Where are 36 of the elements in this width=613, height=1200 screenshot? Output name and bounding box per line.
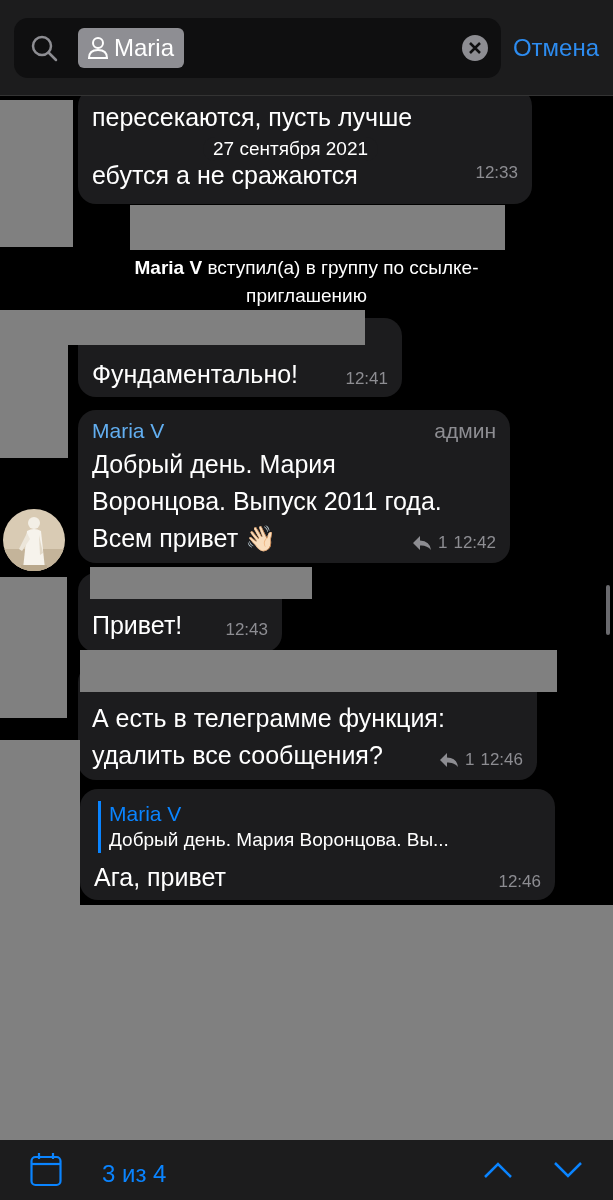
message-text: Фундаментально! bbox=[92, 359, 299, 390]
filter-chip[interactable]: Maria bbox=[78, 27, 184, 68]
calendar-icon[interactable] bbox=[30, 1153, 62, 1187]
message-text: ебутся а не сражаются bbox=[92, 160, 358, 190]
message-text: Воронцова. Выпуск 2011 года. bbox=[92, 486, 442, 517]
message-time: 12:42 bbox=[453, 533, 496, 553]
message-text: Привет! bbox=[92, 610, 183, 641]
search-icon bbox=[30, 33, 58, 62]
message-text: удалить все сообщения? bbox=[92, 740, 383, 771]
message-time: 12:33 bbox=[475, 163, 518, 183]
service-message: Maria V вступил(а) в группу по ссылке-приглашению bbox=[133, 256, 480, 308]
cancel-button[interactable]: Отмена bbox=[512, 33, 599, 62]
message-time: 12:46 bbox=[498, 872, 541, 892]
message-text: Ага, привет bbox=[94, 862, 226, 893]
clear-icon[interactable] bbox=[460, 33, 489, 62]
admin-label: админ bbox=[434, 418, 496, 444]
message-text: Всем привет 👋🏻 bbox=[92, 523, 277, 554]
reply-icon bbox=[439, 752, 459, 768]
quote-sender: Maria V bbox=[109, 801, 183, 827]
result-counter: 3 из 4 bbox=[102, 1160, 167, 1188]
search-field[interactable]: Maria bbox=[14, 17, 501, 78]
sender-name[interactable]: Maria V bbox=[92, 416, 165, 446]
chevron-down-icon[interactable] bbox=[553, 1161, 583, 1179]
reply-count[interactable]: 1 bbox=[438, 533, 448, 553]
quote-text: Добрый день. Мария Воронцова. Вы... bbox=[109, 828, 450, 852]
message-text: пересекаются, пусть лучше bbox=[92, 102, 413, 132]
person-icon bbox=[88, 36, 108, 59]
reply-quote[interactable]: Maria V Добрый день. Мария Воронцова. Вы... bbox=[98, 801, 541, 853]
message-text: А есть в телеграмме функция: bbox=[92, 703, 445, 734]
message-time: 12:46 bbox=[480, 750, 523, 770]
reply-count[interactable]: 1 bbox=[465, 750, 475, 770]
message-text: Добрый день. Мария bbox=[92, 449, 336, 480]
message-time: 12:41 bbox=[345, 369, 388, 389]
message-time: 12:43 bbox=[225, 620, 268, 640]
reply-icon bbox=[412, 535, 432, 551]
chevron-up-icon[interactable] bbox=[483, 1161, 513, 1179]
